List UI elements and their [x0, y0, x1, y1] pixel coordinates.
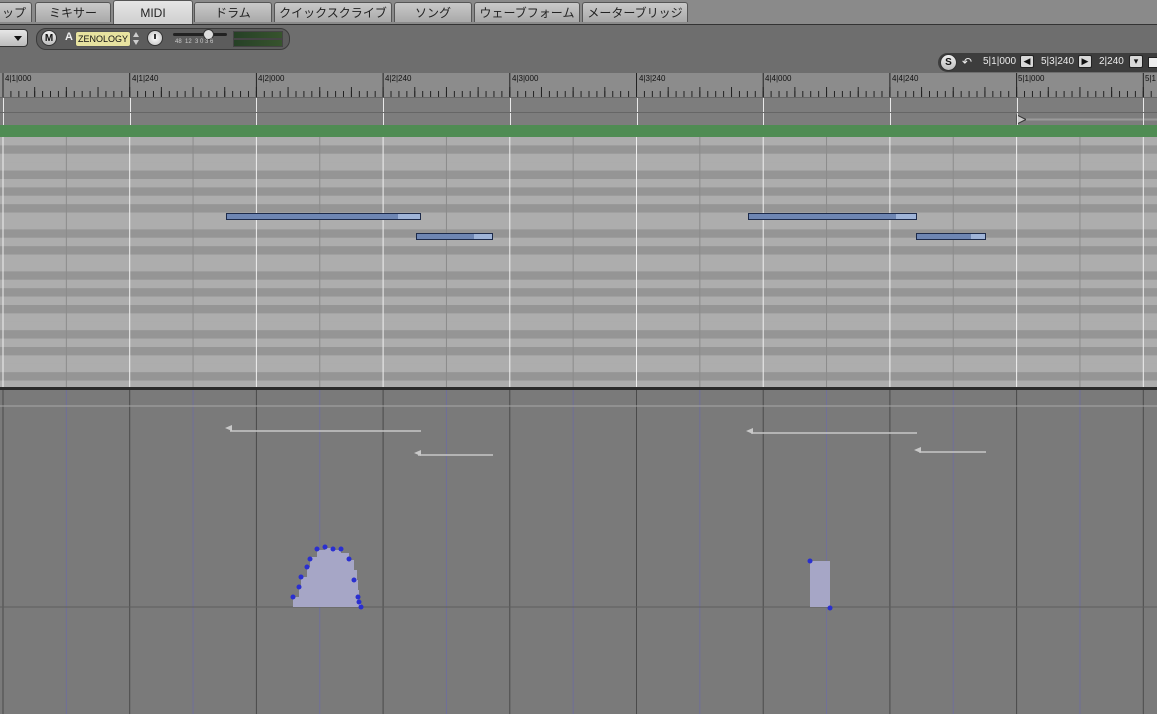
- level-meter-right: [233, 39, 283, 47]
- velocity-line[interactable]: [414, 450, 493, 456]
- tab-meterbridge[interactable]: メーターブリッジ: [582, 2, 688, 22]
- bar-line: [129, 98, 131, 113]
- locator-bar: S ↶ 5|1|000 ◀ 5|3|240 ▶ 2|240 ▾: [0, 53, 1157, 73]
- pan-knob-icon[interactable]: [147, 30, 163, 46]
- controller-lane-graph: [0, 390, 1157, 714]
- bar-line: [636, 98, 638, 113]
- bar-line: [1143, 98, 1145, 113]
- bar-line: [3, 98, 4, 113]
- locator-end[interactable]: 5|3|240: [1041, 56, 1074, 67]
- velocity-line[interactable]: [746, 428, 917, 434]
- loop-ruler[interactable]: [0, 112, 1157, 126]
- piano-roll-background: [0, 137, 1157, 387]
- undo-icon[interactable]: ↶: [962, 55, 972, 69]
- mute-button[interactable]: M: [41, 30, 57, 46]
- track-controls: M A ZENOLOGY 48 12 3 0 3 6: [36, 28, 290, 50]
- midi-note[interactable]: [416, 233, 493, 240]
- bar-line: [509, 98, 511, 113]
- volume-slider[interactable]: [173, 33, 227, 36]
- tab-waveform[interactable]: ウェーブフォーム: [474, 2, 580, 22]
- controller-point[interactable]: [358, 604, 364, 610]
- track-select-dropdown[interactable]: [0, 29, 28, 47]
- bar-line: [763, 98, 765, 113]
- arrow-right-icon[interactable]: ▶: [1078, 55, 1092, 68]
- tab-song[interactable]: ソング: [394, 2, 472, 22]
- timeline-ruler[interactable]: 4|1|000 4|1|240 4|2|000 4|2|240 4|3|000 …: [0, 73, 1157, 97]
- chevron-down-icon: [14, 36, 22, 41]
- bar-line: [1016, 98, 1018, 113]
- controller-point[interactable]: [346, 556, 352, 562]
- bar-line: [256, 98, 258, 113]
- controller-point[interactable]: [338, 546, 344, 552]
- controller-point[interactable]: [827, 605, 833, 611]
- controller-point[interactable]: [304, 564, 310, 570]
- controller-point[interactable]: [307, 556, 313, 562]
- midi-note[interactable]: [916, 233, 986, 240]
- controller-point[interactable]: [290, 594, 296, 600]
- midi-note[interactable]: [226, 213, 421, 220]
- controller-point[interactable]: [298, 574, 304, 580]
- controller-point[interactable]: [351, 577, 357, 583]
- controller-point[interactable]: [296, 584, 302, 590]
- controller-point[interactable]: [314, 546, 320, 552]
- tab-quickscribe[interactable]: クイックスクライブ: [274, 2, 392, 22]
- instrument-label[interactable]: ZENOLOGY: [75, 31, 132, 47]
- ruler-ticks: [2, 73, 1152, 97]
- track-header-bar: M A ZENOLOGY 48 12 3 0 3 6: [0, 25, 1157, 54]
- controller-point[interactable]: [355, 594, 361, 600]
- conductor-track: [0, 125, 1157, 137]
- chevron-down-icon[interactable]: ▾: [1129, 55, 1143, 68]
- instrument-stepper[interactable]: [133, 31, 141, 45]
- controller-point[interactable]: [322, 544, 328, 550]
- level-meter-left: [233, 31, 283, 39]
- velocity-line[interactable]: [225, 425, 421, 432]
- locator-panel: S ↶ 5|1|000 ◀ 5|3|240 ▶ 2|240 ▾: [938, 53, 1157, 72]
- arrow-left-icon[interactable]: ◀: [1020, 55, 1034, 68]
- tab-midi[interactable]: MIDI: [113, 0, 193, 24]
- controller-block[interactable]: [810, 561, 830, 607]
- piano-roll-grid[interactable]: [0, 137, 1157, 387]
- marker-ruler[interactable]: [0, 97, 1157, 113]
- controller-point[interactable]: [330, 546, 336, 552]
- bar-line: [889, 98, 891, 113]
- bar-line: [383, 98, 385, 113]
- tab-drum[interactable]: ドラム: [194, 2, 272, 22]
- locator-length[interactable]: 2|240: [1099, 56, 1124, 67]
- automation-button[interactable]: A: [65, 31, 73, 43]
- tab-0[interactable]: ップ: [0, 2, 32, 22]
- controller-point[interactable]: [807, 558, 813, 564]
- solo-button[interactable]: S: [940, 54, 957, 71]
- locator-start[interactable]: 5|1|000: [983, 56, 1016, 67]
- midi-note[interactable]: [748, 213, 917, 220]
- controller-point[interactable]: [356, 599, 362, 605]
- tab-mixer[interactable]: ミキサー: [35, 2, 111, 22]
- controller-lane[interactable]: [0, 390, 1157, 714]
- velocity-line[interactable]: [914, 447, 986, 453]
- locator-option-box[interactable]: [1148, 57, 1157, 68]
- window-tab-bar: ップ ミキサー MIDI ドラム クイックスクライブ ソング ウェーブフォーム …: [0, 0, 1157, 25]
- meter-scale: 48 12 3 0 3 6: [175, 39, 214, 45]
